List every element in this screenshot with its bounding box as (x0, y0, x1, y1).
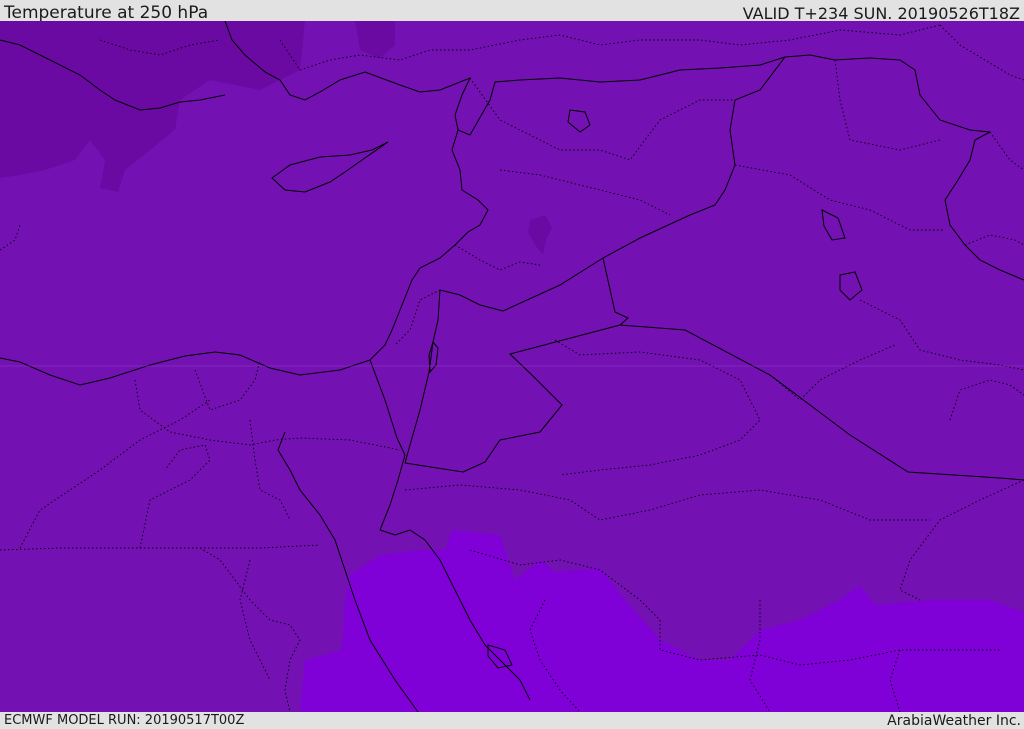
map-title: Temperature at 250 hPa (4, 3, 209, 23)
map-canvas (0, 21, 1024, 712)
weather-map (0, 21, 1024, 712)
credit-label: ArabiaWeather Inc. (887, 713, 1021, 729)
header-bar: Temperature at 250 hPa VALID T+234 SUN. … (0, 0, 1024, 23)
model-run-label: ECMWF MODEL RUN: 20190517T00Z (4, 713, 245, 728)
footer-bar: ECMWF MODEL RUN: 20190517T00Z ArabiaWeat… (0, 712, 1024, 729)
